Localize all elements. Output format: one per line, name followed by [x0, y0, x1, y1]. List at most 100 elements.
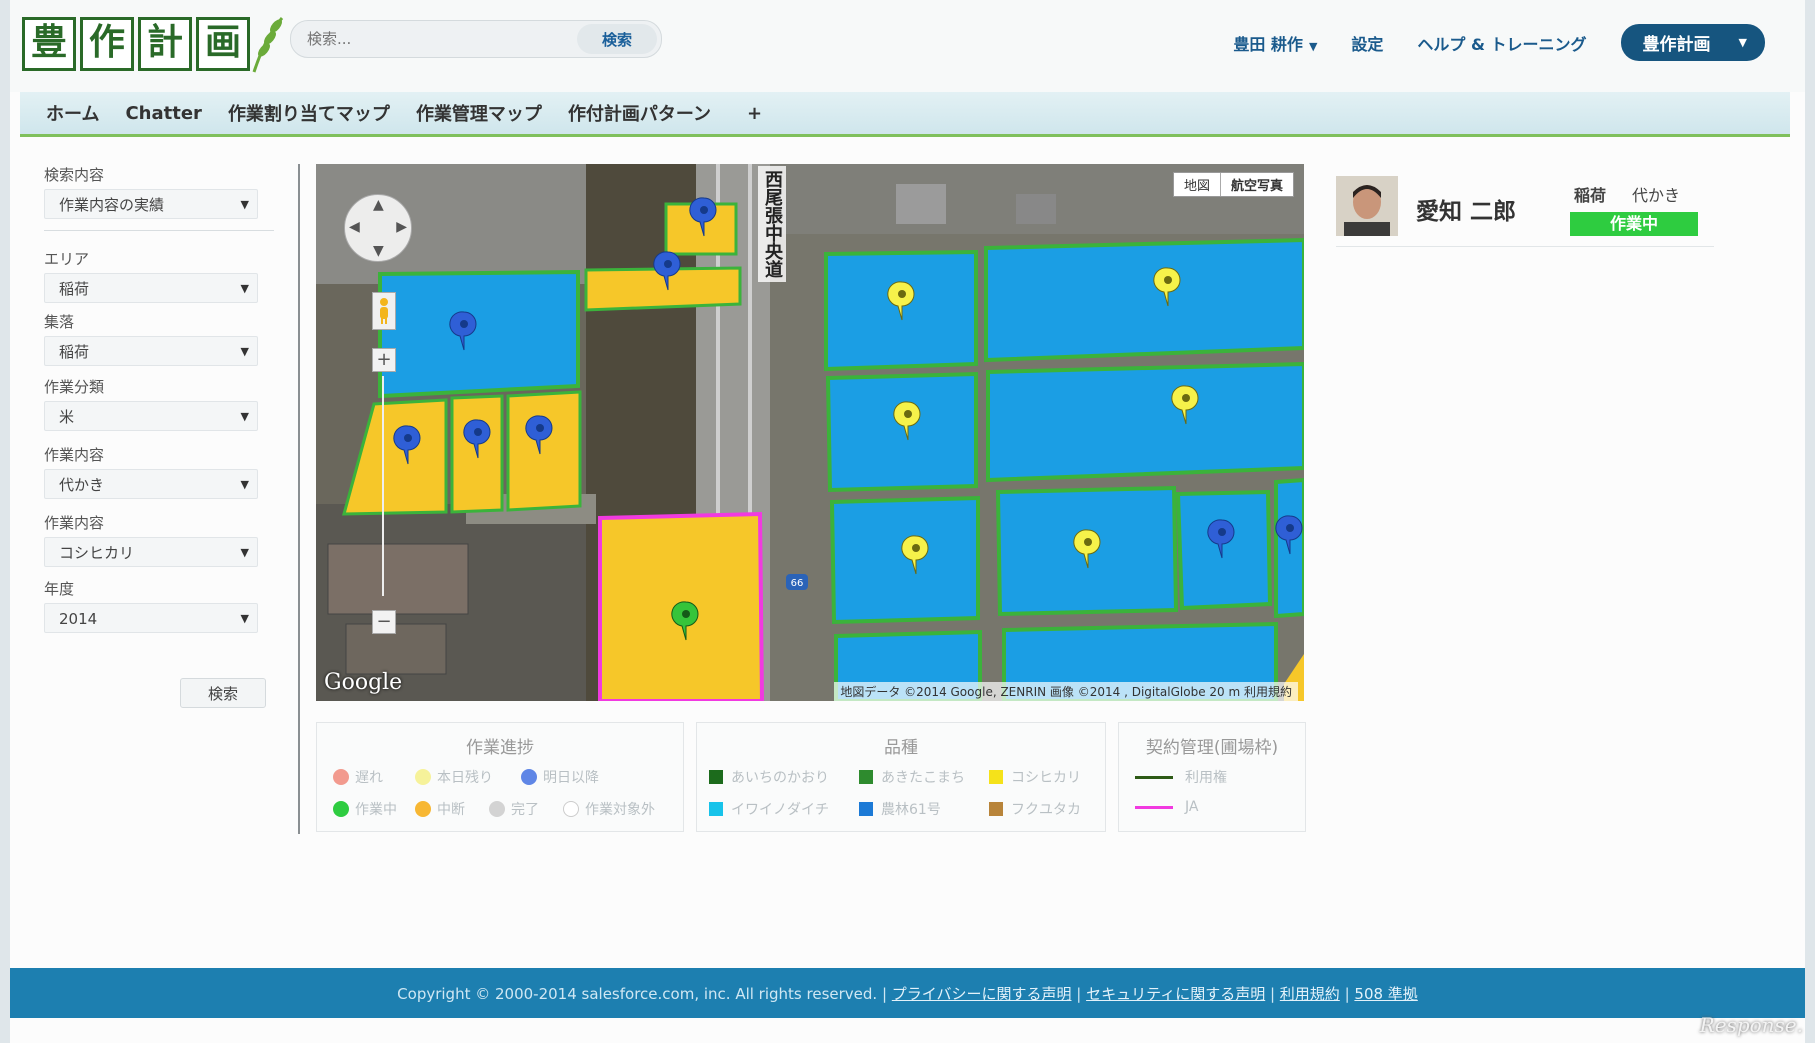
legend-item: 明日以降 — [521, 767, 599, 787]
app-logo[interactable]: 豊 作 計 画 — [22, 14, 286, 74]
map-type-satellite-button[interactable]: 航空写真 — [1219, 173, 1293, 196]
tab-home[interactable]: ホーム — [46, 100, 99, 126]
terms-link[interactable]: 利用規約 — [1280, 985, 1340, 1003]
legend-label: あいちのかおり — [731, 770, 829, 786]
legend-item: 遅れ — [333, 767, 383, 787]
tab-assignment-map[interactable]: 作業割り当てマップ — [228, 100, 390, 126]
status-dot-icon — [415, 769, 431, 785]
map-attribution: 地図データ ©2014 Google, ZENRIN 画像 ©2014 , Di… — [834, 682, 1298, 701]
add-tab-icon[interactable]: + — [747, 103, 762, 124]
field-label: 集落 — [44, 313, 75, 331]
app-switcher-label: 豊作計画 — [1642, 35, 1711, 55]
header: 豊 作 計 画 検索 豊田 耕作 ▼ 設定 ヘルプ & トレーニング 豊作計画 ▼ — [10, 0, 1805, 92]
logo-char: 豊 — [22, 17, 76, 71]
legend-item: 作業対象外 — [563, 799, 655, 819]
color-swatch — [989, 770, 1003, 784]
logo-char: 画 — [196, 17, 250, 71]
copyright-text: Copyright © 2000-2014 salesforce.com, in… — [397, 984, 888, 1003]
avatar — [1336, 176, 1398, 236]
status-dot-icon — [333, 801, 349, 817]
variety-select[interactable]: コシヒカリ ▼ — [44, 537, 258, 567]
search-button[interactable]: 検索 — [577, 24, 657, 54]
line-swatch — [1135, 805, 1173, 809]
rice-leaf-icon — [252, 17, 284, 73]
legend-item: あきたこまち — [859, 767, 965, 787]
tab-management-map[interactable]: 作業管理マップ — [416, 100, 542, 126]
footer-text: Copyright © 2000-2014 salesforce.com, in… — [397, 984, 1418, 1003]
select-value: 稲荷 — [59, 280, 90, 298]
filter-search-button[interactable]: 検索 — [180, 678, 266, 708]
pan-right-icon[interactable]: ▶ — [396, 219, 407, 235]
legend-label: JA — [1185, 799, 1199, 815]
status-dot-icon — [521, 769, 537, 785]
legend-label: 農林61号 — [881, 802, 941, 818]
user-menu[interactable]: 豊田 耕作 ▼ — [1233, 31, 1317, 55]
legend-label: 本日残り — [437, 770, 493, 786]
chevron-down-icon: ▼ — [1308, 39, 1318, 53]
filter-variety: 作業内容 コシヒカリ ▼ — [44, 512, 258, 567]
select-value: 作業内容の実績 — [59, 196, 165, 214]
legend-progress: 作業進捗 遅れ 本日残り 明日以降 作業中 中断 完了 作業対象外 — [316, 722, 684, 832]
help-link[interactable]: ヘルプ & トレーニング — [1417, 31, 1586, 55]
year-select[interactable]: 2014 ▼ — [44, 603, 258, 633]
dropdown-arrow-icon: ▼ — [240, 345, 249, 358]
aerial-map-canvas: 66 — [316, 164, 1304, 701]
filter-area: エリア 稲荷 ▼ — [44, 248, 258, 303]
field-label: 作業内容 — [44, 446, 105, 464]
pan-control[interactable]: ▲ ◀ ▶ ▼ — [344, 194, 412, 262]
color-swatch — [989, 802, 1003, 816]
zoom-out-button[interactable]: − — [372, 610, 396, 634]
dropdown-arrow-icon: ▼ — [240, 612, 249, 625]
color-swatch — [709, 802, 723, 816]
legend-item: 作業中 — [333, 799, 397, 819]
tab-chatter[interactable]: Chatter — [125, 103, 201, 124]
zoom-in-button[interactable]: + — [372, 348, 396, 372]
legend-title: 作業進捗 — [466, 738, 534, 758]
legend-label: 利用権 — [1185, 770, 1227, 786]
legend-item: 本日残り — [415, 767, 493, 787]
legend-label: 明日以降 — [543, 770, 599, 786]
pan-down-icon[interactable]: ▼ — [373, 243, 384, 259]
privacy-link[interactable]: プライバシーに関する声明 — [892, 985, 1072, 1003]
filter-village: 集落 稲荷 ▼ — [44, 311, 258, 366]
zoom-slider-track[interactable] — [382, 376, 384, 596]
work-content-select[interactable]: 代かき ▼ — [44, 469, 258, 499]
worker-name: 愛知 二郎 — [1416, 199, 1517, 225]
app-switcher[interactable]: 豊作計画 ▼ — [1620, 24, 1765, 61]
tab-planting-pattern[interactable]: 作付計画パターン — [568, 100, 711, 126]
filter-search-type: 検索内容 作業内容の実績 ▼ — [44, 164, 258, 219]
pan-up-icon[interactable]: ▲ — [373, 197, 384, 213]
dropdown-arrow-icon: ▼ — [240, 410, 249, 423]
legend-item: 利用権 — [1135, 767, 1227, 787]
legend-item: コシヒカリ — [989, 767, 1081, 787]
search-type-select[interactable]: 作業内容の実績 ▼ — [44, 189, 258, 219]
status-dot-icon — [415, 801, 431, 817]
map-type-map-button[interactable]: 地図 — [1173, 173, 1220, 196]
legend-title: 契約管理(圃場枠) — [1145, 738, 1279, 758]
field-map[interactable]: 66 西尾張中央道 ▲ ◀ ▶ ▼ + − 地図 航空写真 Google 地図デ… — [316, 164, 1304, 701]
security-link[interactable]: セキュリティに関する声明 — [1086, 985, 1265, 1003]
route-shield-label: 66 — [791, 578, 804, 589]
legend-contract: 契約管理(圃場枠) 利用権 JA — [1118, 722, 1306, 832]
legend-label: 作業中 — [355, 802, 397, 818]
google-logo: Google — [324, 670, 403, 695]
top-links: 豊田 耕作 ▼ 設定 ヘルプ & トレーニング 豊作計画 ▼ — [1233, 24, 1765, 61]
settings-link[interactable]: 設定 — [1351, 31, 1383, 55]
footer: Copyright © 2000-2014 salesforce.com, in… — [10, 968, 1805, 1018]
pan-left-icon[interactable]: ◀ — [349, 219, 360, 235]
village-select[interactable]: 稲荷 ▼ — [44, 336, 258, 366]
field-label: 年度 — [44, 580, 75, 598]
section508-link[interactable]: 508 準拠 — [1354, 985, 1417, 1003]
color-swatch — [709, 770, 723, 784]
legend-item: イワイノダイチ — [709, 799, 829, 819]
dropdown-arrow-icon: ▼ — [240, 282, 249, 295]
search-input[interactable] — [305, 26, 564, 52]
worker-task: 代かき — [1632, 186, 1681, 205]
area-select[interactable]: 稲荷 ▼ — [44, 273, 258, 303]
street-view-pegman-icon[interactable] — [372, 292, 396, 330]
chevron-down-icon: ▼ — [1738, 36, 1747, 49]
filter-work-content: 作業内容 代かき ▼ — [44, 444, 258, 499]
legend-label: 遅れ — [355, 770, 383, 786]
status-badge: 作業中 — [1570, 212, 1698, 236]
work-category-select[interactable]: 米 ▼ — [44, 401, 258, 431]
